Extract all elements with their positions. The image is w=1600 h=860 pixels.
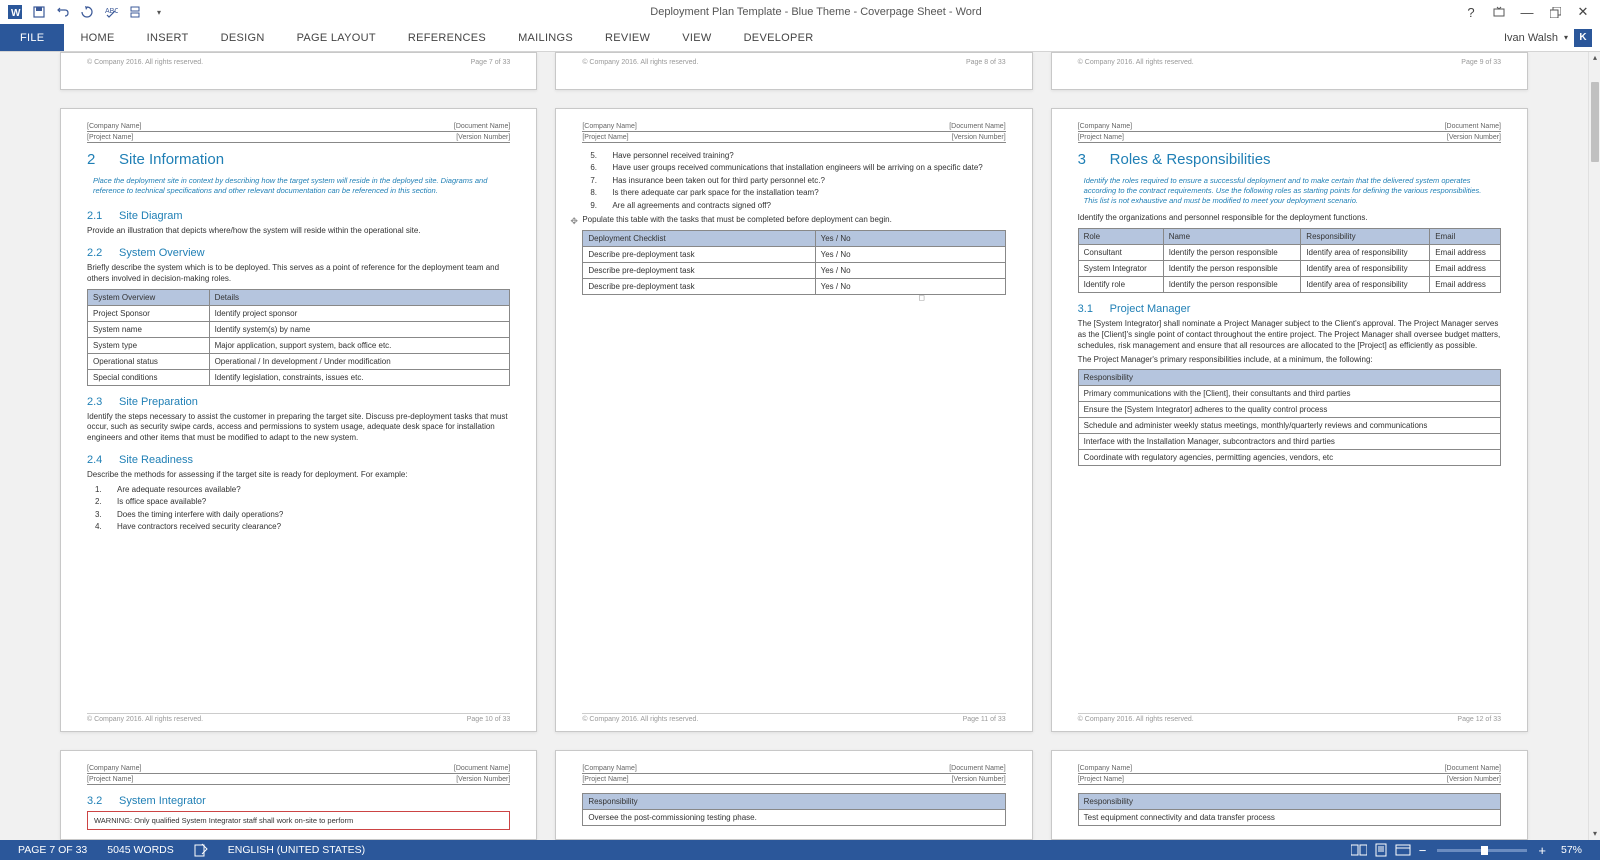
table-anchor-icon[interactable]: ✥ [570, 215, 578, 227]
system-overview-table: System OverviewDetails Project SponsorId… [87, 289, 510, 386]
restore-button[interactable] [1542, 2, 1568, 22]
status-bar: PAGE 7 OF 33 5045 WORDS ENGLISH (UNITED … [0, 840, 1600, 860]
proofing-status[interactable] [184, 840, 218, 860]
minimize-button[interactable]: — [1514, 2, 1540, 22]
tab-references[interactable]: REFERENCES [392, 24, 502, 51]
deployment-checklist-table: Deployment ChecklistYes / No Describe pr… [582, 230, 1005, 295]
quick-access-toolbar: W ABC ▾ [0, 2, 174, 22]
document-area[interactable]: © Company 2016. All rights reserved.Page… [0, 52, 1588, 840]
tab-file[interactable]: FILE [0, 24, 64, 51]
page-number-status[interactable]: PAGE 7 OF 33 [8, 840, 97, 860]
qat-customize-dropdown[interactable]: ▾ [148, 2, 170, 22]
tab-page-layout[interactable]: PAGE LAYOUT [281, 24, 392, 51]
web-layout-button[interactable] [1392, 840, 1414, 860]
spelling-button[interactable]: ABC [100, 2, 122, 22]
language-status[interactable]: ENGLISH (UNITED STATES) [218, 840, 375, 860]
warning-box: WARNING: Only qualified System Integrato… [87, 811, 510, 830]
page-14-stub: [Company Name][Document Name] [Project N… [555, 750, 1032, 840]
read-mode-button[interactable] [1348, 840, 1370, 860]
user-avatar: K [1574, 29, 1592, 47]
svg-text:W: W [11, 8, 21, 19]
roles-table: RoleNameResponsibilityEmail ConsultantId… [1078, 228, 1501, 293]
scroll-up-icon[interactable]: ▴ [1589, 52, 1600, 64]
tab-home[interactable]: HOME [64, 24, 130, 51]
zoom-slider[interactable] [1437, 849, 1527, 852]
zoom-out-button[interactable]: − [1414, 843, 1432, 858]
tab-view[interactable]: VIEW [666, 24, 727, 51]
page-9-stub: © Company 2016. All rights reserved.Page… [1051, 52, 1528, 90]
tab-review[interactable]: REVIEW [589, 24, 666, 51]
save-button[interactable] [28, 2, 50, 22]
scroll-down-icon[interactable]: ▾ [1589, 828, 1600, 840]
account-menu[interactable]: Ivan Walsh ▾ K [1496, 24, 1600, 51]
page-11: [Company Name][Document Name] [Project N… [555, 108, 1032, 732]
page-7-stub: © Company 2016. All rights reserved.Page… [60, 52, 537, 90]
page-8-stub: © Company 2016. All rights reserved.Page… [555, 52, 1032, 90]
touch-mode-button[interactable] [124, 2, 146, 22]
page-10: [Company Name][Document Name] [Project N… [60, 108, 537, 732]
tab-mailings[interactable]: MAILINGS [502, 24, 589, 51]
print-layout-button[interactable] [1370, 840, 1392, 860]
window-controls: ? — ✕ [1458, 2, 1600, 22]
word-count-status[interactable]: 5045 WORDS [97, 840, 184, 860]
redo-button[interactable] [76, 2, 98, 22]
tab-design[interactable]: DESIGN [205, 24, 281, 51]
undo-button[interactable] [52, 2, 74, 22]
tab-insert[interactable]: INSERT [131, 24, 205, 51]
page-15-stub: [Company Name][Document Name] [Project N… [1051, 750, 1528, 840]
user-name: Ivan Walsh [1504, 32, 1558, 44]
pm-responsibility-table: Responsibility Primary communications wi… [1078, 369, 1501, 466]
vertical-scrollbar[interactable]: ▴ ▾ [1588, 52, 1600, 840]
chevron-down-icon: ▾ [1564, 33, 1568, 42]
window-title: Deployment Plan Template - Blue Theme - … [174, 6, 1458, 18]
help-button[interactable]: ? [1458, 2, 1484, 22]
zoom-in-button[interactable]: + [1533, 843, 1551, 858]
ribbon-display-button[interactable] [1486, 2, 1512, 22]
word-icon[interactable]: W [4, 2, 26, 22]
scroll-thumb[interactable] [1591, 82, 1599, 162]
close-button[interactable]: ✕ [1570, 2, 1596, 22]
page-12: [Company Name][Document Name] [Project N… [1051, 108, 1528, 732]
page-13-stub: [Company Name][Document Name] [Project N… [60, 750, 537, 840]
title-bar: W ABC ▾ Deployment Plan Template - Blue … [0, 0, 1600, 24]
table-resize-handle-icon[interactable]: ◻ [918, 293, 925, 302]
zoom-level[interactable]: 57% [1551, 840, 1592, 860]
tab-developer[interactable]: DEVELOPER [728, 24, 830, 51]
ribbon-tabs: FILE HOME INSERT DESIGN PAGE LAYOUT REFE… [0, 24, 1600, 52]
